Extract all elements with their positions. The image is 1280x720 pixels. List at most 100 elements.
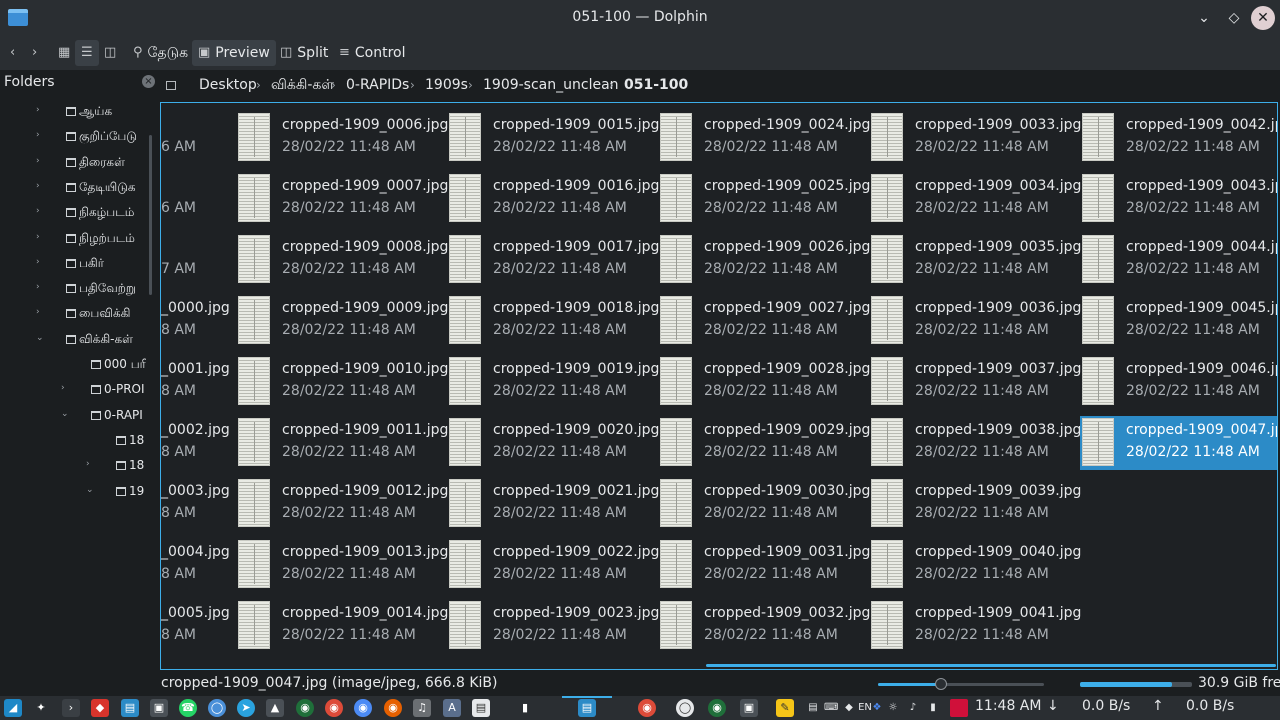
file-item[interactable]: cropped-1909_0009.jpg 28/02/22 11:48 AM <box>236 294 448 348</box>
file-item[interactable]: cropped-1909_0046.jpg 28/02/22 11:48 AM <box>1080 355 1277 409</box>
horizontal-scrollbar[interactable] <box>706 664 1276 667</box>
tree-item[interactable]: ஆய்க <box>66 101 146 121</box>
dolphin-task-icon[interactable]: ▤ <box>578 699 596 717</box>
file-item[interactable]: cropped-1909_0026.jpg 28/02/22 11:48 AM <box>658 233 870 287</box>
battery-icon[interactable]: ▮ <box>926 699 940 717</box>
notes-icon[interactable]: ✎ <box>776 699 794 717</box>
file-item[interactable]: cropped-1909_0017.jpg 28/02/22 11:48 AM <box>447 233 659 287</box>
tree-item[interactable]: பதிவேற்று <box>66 278 146 298</box>
tree-item[interactable]: 19 <box>116 481 146 501</box>
file-item[interactable]: cropped-1909_0042.jpg 28/02/22 11:48 AM <box>1080 111 1277 165</box>
tree-item[interactable]: 0-RAPI <box>91 405 146 425</box>
file-item[interactable]: cropped-1909_0008.jpg 28/02/22 11:48 AM <box>236 233 448 287</box>
chevron-down-icon[interactable]: ⌄ <box>61 409 71 419</box>
tree-item[interactable]: நிழற்படம் <box>66 228 146 248</box>
terminal-icon[interactable]: › <box>62 699 80 717</box>
compact-view-button[interactable]: ☰ <box>75 40 99 66</box>
close-button[interactable]: ✕ <box>1251 6 1275 30</box>
breadcrumb-item[interactable]: Desktop <box>199 77 257 93</box>
headphones-icon[interactable]: ♫ <box>413 699 431 717</box>
file-view[interactable]: 6 AM 6 AM 7 AM _0000.jpg 8 AM _0001.jpg 8 AM _0… <box>160 102 1278 670</box>
file-item[interactable]: _0004.jpg 8 AM <box>161 538 231 592</box>
whatsapp-icon[interactable]: ☎ <box>179 699 197 717</box>
image-viewer-icon[interactable]: ▲ <box>266 699 284 717</box>
file-item[interactable]: cropped-1909_0037.jpg 28/02/22 11:48 AM <box>869 355 1081 409</box>
dropbox-icon[interactable]: ◆ <box>842 699 856 717</box>
file-item[interactable]: cropped-1909_0041.jpg 28/02/22 11:48 AM <box>869 599 1081 653</box>
tree-item[interactable]: 0-PROI <box>91 379 146 399</box>
zoom-slider-handle[interactable] <box>935 678 948 690</box>
chevron-right-icon[interactable]: › <box>36 257 46 267</box>
file-item[interactable]: cropped-1909_0045.jpg 28/02/22 11:48 AM <box>1080 294 1277 348</box>
file-item[interactable]: cropped-1909_0044.jpg 28/02/22 11:48 AM <box>1080 233 1277 287</box>
back-button[interactable]: ‹ <box>4 40 21 66</box>
tree-item[interactable]: குறிப்பேடு <box>66 126 146 146</box>
chrome-icon[interactable]: ◉ <box>325 699 343 717</box>
icons-view-button[interactable]: ▦ <box>52 40 76 66</box>
file-item[interactable]: _0000.jpg 8 AM <box>161 294 231 348</box>
breadcrumb-item[interactable]: 1909-scan_unclean <box>483 77 619 93</box>
tree-item[interactable]: திரைகள் <box>66 152 146 172</box>
file-item[interactable]: cropped-1909_0035.jpg 28/02/22 11:48 AM <box>869 233 1081 287</box>
recording-icon[interactable] <box>950 699 968 717</box>
file-item[interactable]: cropped-1909_0010.jpg 28/02/22 11:48 AM <box>236 355 448 409</box>
dictionary-icon[interactable]: A <box>443 699 461 717</box>
app-launcher-icon[interactable]: ◢ <box>4 699 22 717</box>
file-item[interactable]: cropped-1909_0019.jpg 28/02/22 11:48 AM <box>447 355 659 409</box>
file-item[interactable]: cropped-1909_0033.jpg 28/02/22 11:48 AM <box>869 111 1081 165</box>
file-item[interactable]: cropped-1909_0034.jpg 28/02/22 11:48 AM <box>869 172 1081 226</box>
tree-item[interactable]: 000 பரி <box>91 354 146 374</box>
chevron-down-icon[interactable]: ⌄ <box>86 485 96 495</box>
tree-item[interactable]: 18 <box>116 430 146 450</box>
chevron-right-icon[interactable]: › <box>61 383 71 393</box>
volume-icon[interactable]: ♪ <box>906 699 920 717</box>
file-item[interactable]: 7 AM <box>161 233 231 287</box>
file-item[interactable]: _0002.jpg 8 AM <box>161 416 231 470</box>
breadcrumb-item[interactable]: 051-100 <box>624 77 688 93</box>
close-panel-icon[interactable]: × <box>142 75 155 88</box>
files-icon[interactable]: ▤ <box>121 699 139 717</box>
chevron-right-icon[interactable]: › <box>36 130 46 140</box>
file-item[interactable]: cropped-1909_0028.jpg 28/02/22 11:48 AM <box>658 355 870 409</box>
file-item[interactable]: cropped-1909_0029.jpg 28/02/22 11:48 AM <box>658 416 870 470</box>
file-item[interactable]: cropped-1909_0012.jpg 28/02/22 11:48 AM <box>236 477 448 531</box>
file-item[interactable]: cropped-1909_0039.jpg 28/02/22 11:48 AM <box>869 477 1081 531</box>
file-item[interactable]: cropped-1909_0021.jpg 28/02/22 11:48 AM <box>447 477 659 531</box>
file-item[interactable]: cropped-1909_0013.jpg 28/02/22 11:48 AM <box>236 538 448 592</box>
chevron-down-icon[interactable]: ⌄ <box>36 333 46 343</box>
task-icon[interactable]: ◯ <box>676 699 694 717</box>
file-item[interactable]: cropped-1909_0031.jpg 28/02/22 11:48 AM <box>658 538 870 592</box>
chromium-icon[interactable]: ◉ <box>354 699 372 717</box>
split-button[interactable]: ◫ Split <box>274 40 334 66</box>
file-item[interactable]: _0001.jpg 8 AM <box>161 355 231 409</box>
file-item[interactable]: _0005.jpg 8 AM <box>161 599 231 653</box>
clipboard-icon[interactable]: ▤ <box>806 699 820 717</box>
telegram-icon[interactable]: ➤ <box>237 699 255 717</box>
file-item[interactable]: cropped-1909_0006.jpg 28/02/22 11:48 AM <box>236 111 448 165</box>
breadcrumb-item[interactable]: 0-RAPIDs <box>346 77 409 93</box>
wifi-icon[interactable]: ☼ <box>886 699 900 717</box>
breadcrumb-item[interactable]: விக்கி-கள் <box>271 77 334 95</box>
gnome-icon[interactable]: ◉ <box>296 699 314 717</box>
control-button[interactable]: ≡ Control <box>333 40 412 66</box>
preview-button[interactable]: ▣ Preview <box>192 40 276 66</box>
file-item[interactable]: cropped-1909_0027.jpg 28/02/22 11:48 AM <box>658 294 870 348</box>
chevron-right-icon[interactable]: › <box>86 459 96 469</box>
file-item[interactable]: cropped-1909_0025.jpg 28/02/22 11:48 AM <box>658 172 870 226</box>
keyboard-icon[interactable]: ⌨ <box>824 699 838 717</box>
file-item[interactable]: cropped-1909_0032.jpg 28/02/22 11:48 AM <box>658 599 870 653</box>
file-item[interactable]: cropped-1909_0020.jpg 28/02/22 11:48 AM <box>447 416 659 470</box>
chevron-right-icon[interactable]: › <box>36 156 46 166</box>
tree-item[interactable]: பகிர் <box>66 253 146 273</box>
anydesk-icon[interactable]: ◆ <box>91 699 109 717</box>
file-item[interactable]: cropped-1909_0036.jpg 28/02/22 11:48 AM <box>869 294 1081 348</box>
clock[interactable]: 11:48 AM <box>975 698 1041 714</box>
places-toggle-icon[interactable] <box>166 81 176 90</box>
tree-item[interactable]: 18 <box>116 455 146 475</box>
file-item[interactable]: cropped-1909_0040.jpg 28/02/22 11:48 AM <box>869 538 1081 592</box>
file-item[interactable]: cropped-1909_0023.jpg 28/02/22 11:48 AM <box>447 599 659 653</box>
screenshot-icon[interactable]: ▣ <box>150 699 168 717</box>
file-item[interactable]: 6 AM <box>161 111 231 165</box>
details-view-button[interactable]: ◫ <box>98 40 122 66</box>
terminal-task-icon[interactable]: ▮ <box>516 699 534 717</box>
